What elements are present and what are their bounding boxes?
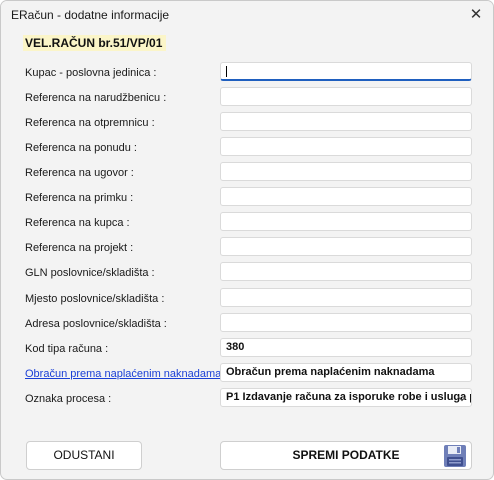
save-button[interactable]: SPREMI PODATKE xyxy=(220,441,472,470)
title-bar: ERačun - dodatne informacije ✕ xyxy=(1,1,493,31)
dialog-window: ERačun - dodatne informacije ✕ VEL.RAČUN… xyxy=(0,0,494,480)
kod-tipa-racuna-input[interactable]: 380 xyxy=(220,338,472,357)
adresa-poslovnice-input[interactable] xyxy=(220,313,472,332)
mjesto-poslovnice-input[interactable] xyxy=(220,288,472,307)
cancel-button[interactable]: ODUSTANI xyxy=(26,441,142,470)
obracun-naknade-input[interactable]: Obračun prema naplaćenim naknadama xyxy=(220,363,472,382)
close-icon[interactable]: ✕ xyxy=(459,1,493,31)
field-label-referenca-narudzbenica: Referenca na narudžbenicu : xyxy=(25,92,167,104)
floppy-disk-icon xyxy=(444,445,466,467)
referenca-ponuda-input[interactable] xyxy=(220,137,472,156)
gln-poslovnice-input[interactable] xyxy=(220,262,472,281)
field-label-referenca-primka: Referenca na primku : xyxy=(25,192,134,204)
field-label-referenca-ponuda: Referenca na ponudu : xyxy=(25,142,137,154)
referenca-otpremnica-input[interactable] xyxy=(220,112,472,131)
field-label-referenca-projekt: Referenca na projekt : xyxy=(25,242,134,254)
field-label-kupac-poslovna-jedinica: Kupac - poslovna jedinica : xyxy=(25,67,157,79)
field-label-oznaka-procesa: Oznaka procesa : xyxy=(25,393,112,405)
text-caret xyxy=(226,66,227,77)
field-label-mjesto-poslovnice: Mjesto poslovnice/skladišta : xyxy=(25,293,165,305)
window-title: ERačun - dodatne informacije xyxy=(11,8,170,22)
referenca-narudzbenica-input[interactable] xyxy=(220,87,472,106)
kupac-poslovna-jedinica-input[interactable] xyxy=(220,62,472,81)
referenca-ugovor-input[interactable] xyxy=(220,162,472,181)
invoice-number-label: VEL.RAČUN br.51/VP/01 xyxy=(23,35,167,51)
field-label-kod-tipa-racuna: Kod tipa računa : xyxy=(25,343,109,355)
save-button-label: SPREMI PODATKE xyxy=(292,448,400,462)
referenca-projekt-input[interactable] xyxy=(220,237,472,256)
field-label-referenca-ugovor: Referenca na ugovor : xyxy=(25,167,134,179)
field-label-adresa-poslovnice: Adresa poslovnice/skladišta : xyxy=(25,318,167,330)
field-label-gln-poslovnice: GLN poslovnice/skladišta : xyxy=(25,267,155,279)
referenca-kupca-input[interactable] xyxy=(220,212,472,231)
obracun-naknade-link[interactable]: Obračun prema naplaćenim naknadama xyxy=(25,368,221,380)
oznaka-procesa-select[interactable]: P1 Izdavanje računa za isporuke robe i u… xyxy=(220,388,472,407)
field-label-referenca-kupca: Referenca na kupca : xyxy=(25,217,130,229)
oznaka-procesa-selected-value: P1 Izdavanje računa za isporuke robe i u… xyxy=(226,391,471,403)
referenca-primka-input[interactable] xyxy=(220,187,472,206)
field-label-referenca-otpremnica: Referenca na otpremnicu : xyxy=(25,117,155,129)
